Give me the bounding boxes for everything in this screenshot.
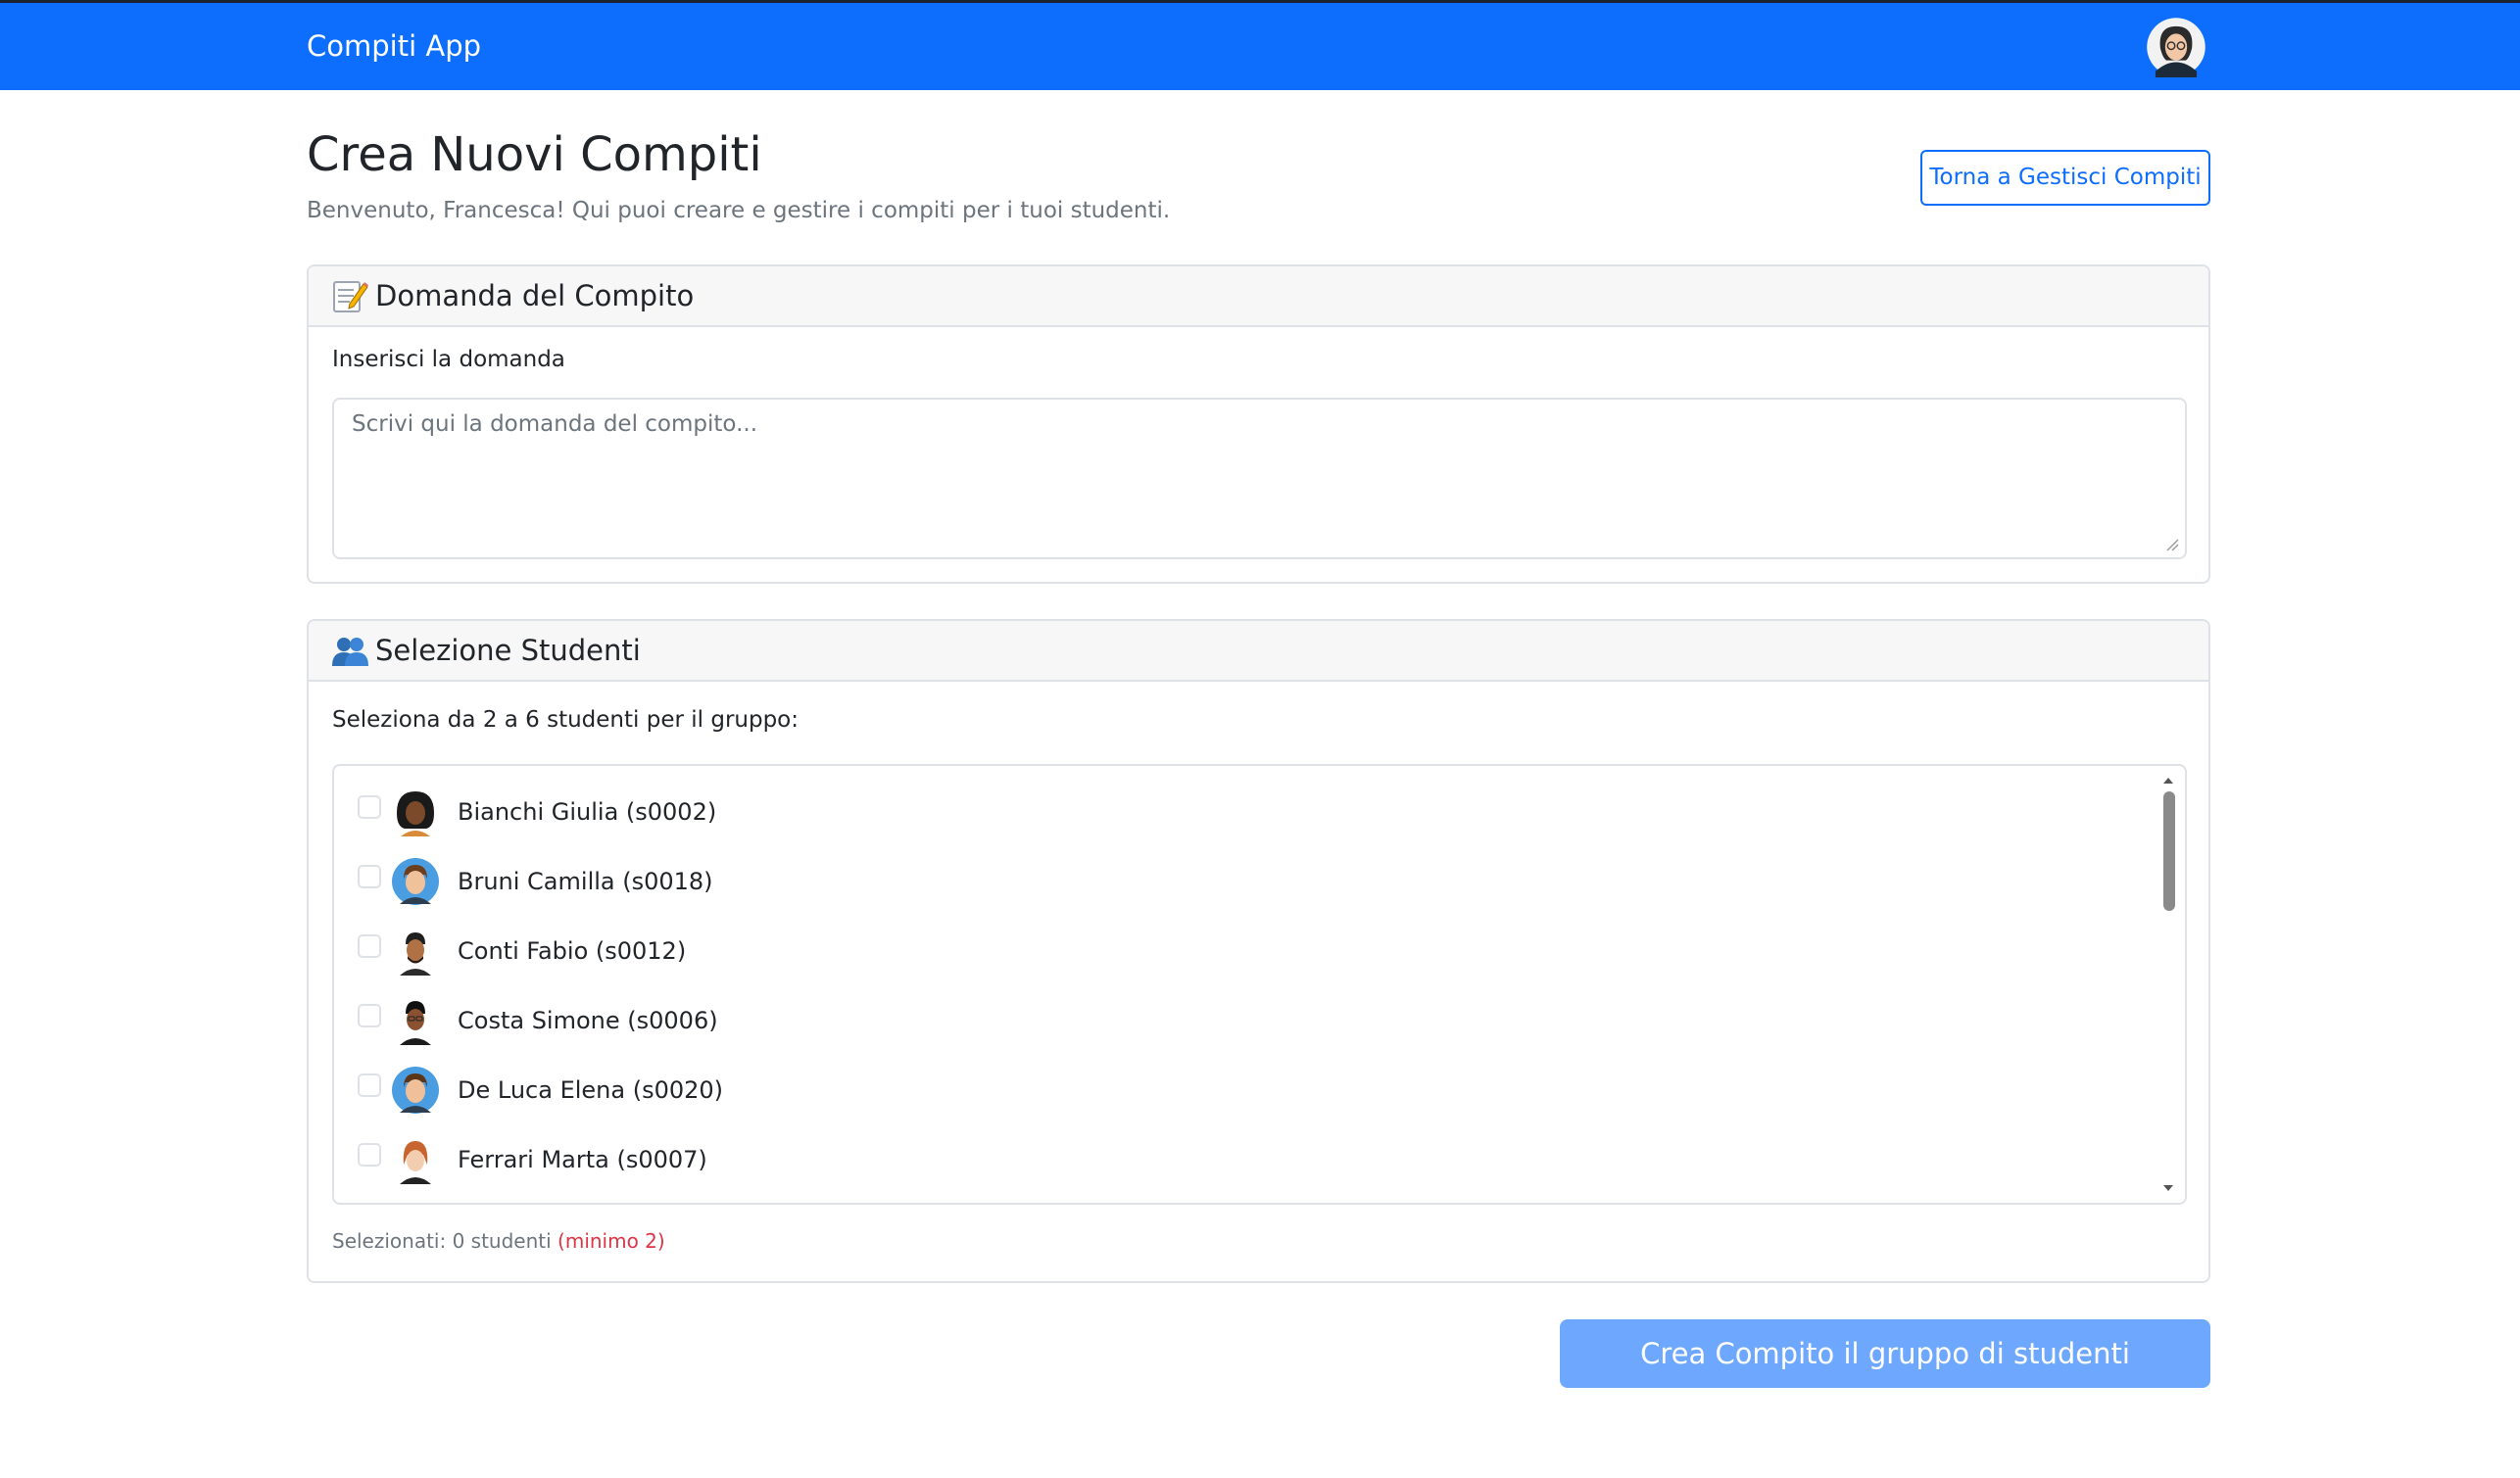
people-icon xyxy=(332,638,368,666)
student-name: Costa Simone (s0006) xyxy=(458,1007,718,1034)
student-name: Bianchi Giulia (s0002) xyxy=(458,798,717,826)
selection-counter: Selezionati: 0 studenti (minimo 2) xyxy=(332,1227,665,1255)
scroll-up-arrow-icon[interactable] xyxy=(2161,776,2175,786)
minimum-warning: (minimo 2) xyxy=(557,1229,665,1253)
students-card: Selezione Studenti Seleziona da 2 a 6 st… xyxy=(307,619,2210,1283)
student-checkbox[interactable] xyxy=(358,865,381,888)
student-name: Ferrari Marta (s0007) xyxy=(458,1146,707,1173)
student-name: Conti Fabio (s0012) xyxy=(458,937,687,965)
create-task-button[interactable]: Crea Compito il gruppo di studenti selez… xyxy=(1560,1319,2210,1439)
student-row[interactable]: Bianchi Giulia (s0002) xyxy=(334,787,2147,846)
student-name: Bruni Camilla (s0018) xyxy=(458,868,713,895)
student-checkbox[interactable] xyxy=(358,795,381,819)
page-subtitle: Benvenuto, Francesca! Qui puoi creare e … xyxy=(307,198,1171,223)
student-avatar-icon xyxy=(391,1066,440,1115)
page-title: Crea Nuovi Compiti xyxy=(307,127,762,182)
user-avatar-icon[interactable] xyxy=(2146,17,2206,77)
student-row[interactable]: De Luca Elena (s0020) xyxy=(334,1066,2147,1124)
students-instructions: Seleziona da 2 a 6 studenti per il grupp… xyxy=(332,707,799,733)
student-checkbox[interactable] xyxy=(358,1073,381,1097)
student-avatar-icon xyxy=(391,996,440,1045)
student-avatar-icon xyxy=(391,927,440,976)
selected-count-text: Selezionati: 0 studenti xyxy=(332,1229,552,1253)
resize-grip-icon[interactable] xyxy=(2165,538,2179,551)
question-card-header: Domanda del Compito xyxy=(309,266,2208,327)
question-card-title: Domanda del Compito xyxy=(375,279,695,312)
student-name: De Luca Elena (s0020) xyxy=(458,1076,724,1104)
student-avatar-icon xyxy=(391,787,440,836)
question-placeholder: Scrivi qui la domanda del compito... xyxy=(352,411,758,437)
scrollbar-thumb[interactable] xyxy=(2163,791,2175,911)
student-row[interactable]: Costa Simone (s0006) xyxy=(334,996,2147,1055)
student-checkbox[interactable] xyxy=(358,934,381,958)
students-card-header: Selezione Studenti xyxy=(309,621,2208,682)
navbar: Compiti App xyxy=(0,0,2520,90)
app-brand[interactable]: Compiti App xyxy=(307,28,481,64)
students-list[interactable]: Bianchi Giulia (s0002) Bruni Camilla (s0… xyxy=(332,764,2187,1205)
student-checkbox[interactable] xyxy=(358,1143,381,1167)
student-avatar-icon xyxy=(391,857,440,906)
student-row[interactable]: Ferrari Marta (s0007) xyxy=(334,1135,2147,1194)
scroll-down-arrow-icon[interactable] xyxy=(2161,1183,2175,1193)
student-avatar-icon xyxy=(391,1135,440,1184)
question-textarea[interactable]: Scrivi qui la domanda del compito... xyxy=(332,398,2187,559)
students-card-title: Selezione Studenti xyxy=(375,634,641,667)
question-card: Domanda del Compito Inserisci la domanda… xyxy=(307,264,2210,584)
student-row[interactable]: Bruni Camilla (s0018) xyxy=(334,857,2147,916)
student-checkbox[interactable] xyxy=(358,1004,381,1027)
student-row[interactable]: Conti Fabio (s0012) xyxy=(334,927,2147,985)
back-to-manage-button[interactable]: Torna a Gestisci Compiti xyxy=(1920,150,2210,206)
question-label: Inserisci la domanda xyxy=(332,347,565,372)
memo-icon xyxy=(333,281,368,312)
